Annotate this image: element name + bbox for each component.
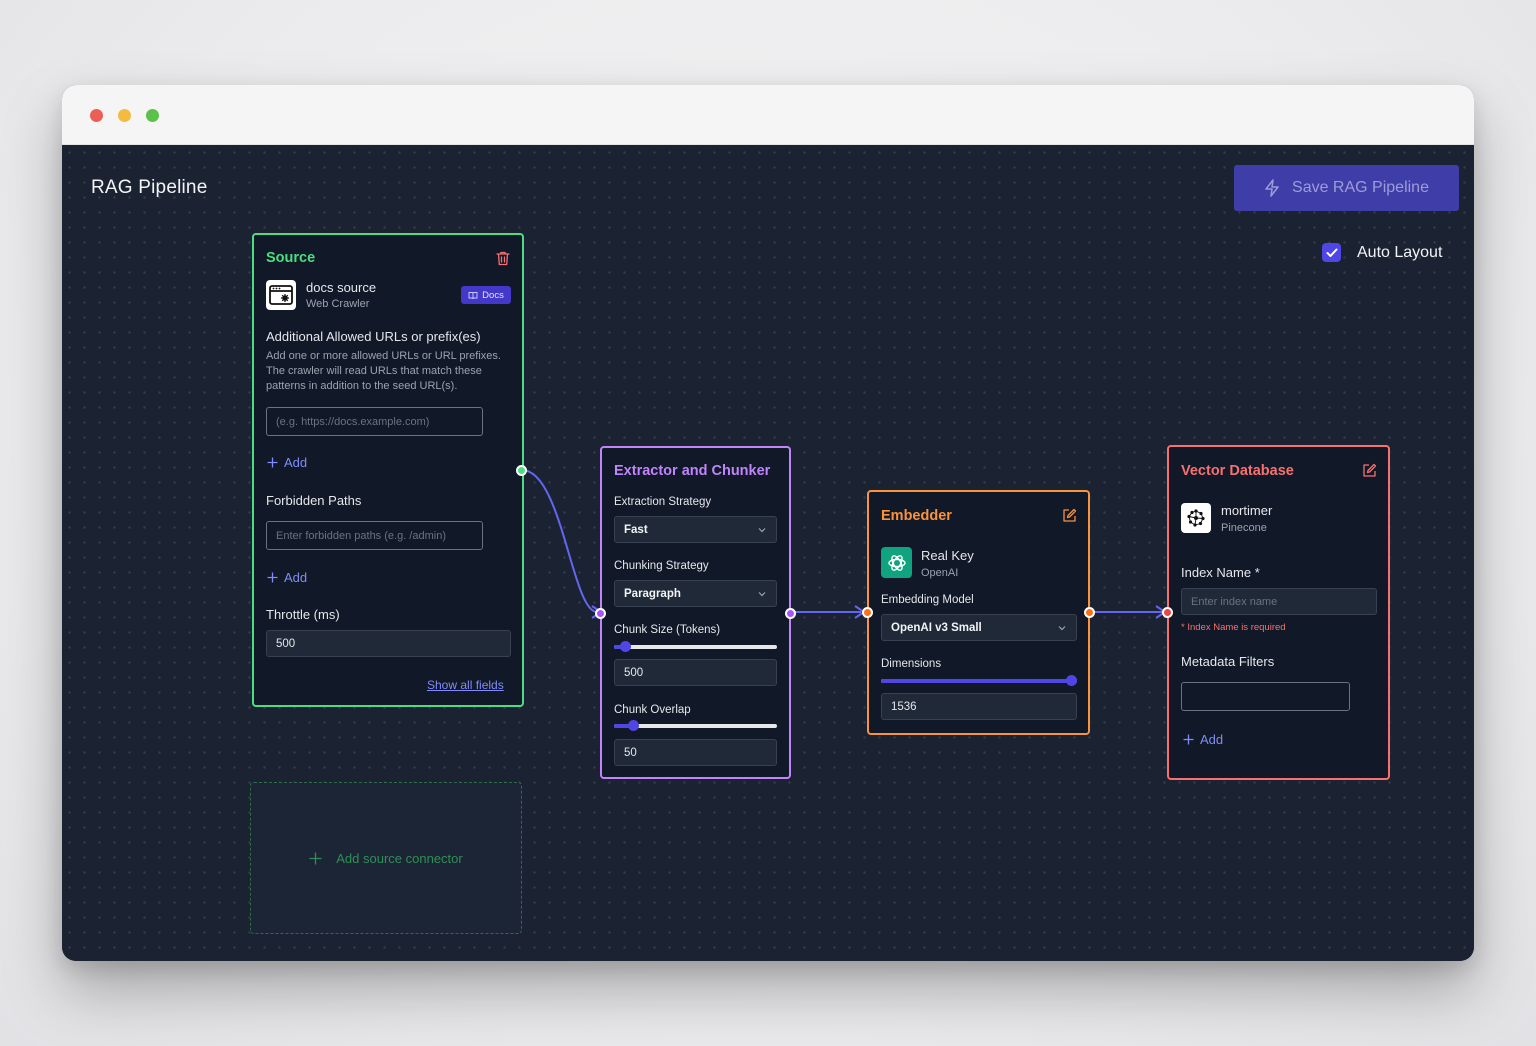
chunk-overlap-slider[interactable] (614, 720, 777, 731)
embedding-model-label: Embedding Model (881, 594, 974, 606)
embedder-output-handle[interactable] (1084, 607, 1095, 618)
vector-db-node[interactable]: Vector Database mortimer Pinecone Index … (1162, 445, 1390, 780)
vector-db-provider: Pinecone (1221, 522, 1267, 534)
chunk-overlap-input[interactable]: 50 (614, 739, 777, 766)
extraction-strategy-select[interactable]: Fast (614, 516, 777, 543)
dimensions-input[interactable]: 1536 (881, 693, 1077, 720)
chevron-down-icon (1058, 625, 1066, 630)
dimensions-slider-thumb[interactable] (1066, 675, 1077, 686)
add-forbidden-path-button[interactable]: Add (267, 570, 307, 585)
pipeline-canvas[interactable]: RAG Pipeline Save RAG Pipeline Auto Layo… (62, 145, 1474, 961)
save-pipeline-label: Save RAG Pipeline (1292, 179, 1429, 196)
openai-logo (881, 547, 912, 578)
dimensions-label: Dimensions (881, 658, 942, 670)
extractor-node[interactable]: Extractor and Chunker Extraction Strateg… (595, 446, 796, 779)
plus-icon (267, 457, 278, 468)
index-name-error: * Index Name is required (1181, 622, 1286, 633)
allowed-urls-label: Additional Allowed URLs or prefix(es) (266, 329, 481, 344)
extractor-node-title: Extractor and Chunker (614, 463, 771, 479)
throttle-label: Throttle (ms) (266, 607, 340, 622)
add-source-connector[interactable]: Add source connector (250, 782, 522, 934)
connector-type: Web Crawler (306, 298, 370, 310)
extractor-input-handle[interactable] (595, 608, 606, 619)
dimensions-slider-fill (881, 679, 1077, 683)
embedder-key-name: Real Key (921, 548, 974, 563)
embedder-node[interactable]: Embedder Real Key OpenAI Embedding Model… (862, 490, 1095, 735)
add-source-connector-label: Add source connector (336, 850, 463, 866)
bolt-icon (1265, 179, 1279, 197)
trash-icon[interactable] (496, 251, 510, 266)
add-label: Add (1200, 732, 1224, 747)
maximize-window-button[interactable] (146, 109, 159, 122)
source-node-title: Source (266, 250, 316, 266)
minimize-window-button[interactable] (118, 109, 131, 122)
edit-icon[interactable] (1362, 463, 1377, 478)
chunk-size-input[interactable]: 500 (614, 659, 777, 686)
chunking-strategy-select[interactable]: Paragraph (614, 580, 777, 607)
chevron-down-icon (758, 591, 766, 596)
connector-name: docs source (306, 280, 377, 295)
embedding-model-select[interactable]: OpenAI v3 Small (881, 614, 1077, 641)
extractor-output-handle[interactable] (785, 608, 796, 619)
vector-db-name: mortimer (1221, 503, 1273, 518)
dimensions-slider[interactable] (881, 675, 1077, 686)
source-output-handle[interactable] (516, 465, 527, 476)
chunk-size-label: Chunk Size (Tokens) (614, 624, 721, 636)
app-window: RAG Pipeline Save RAG Pipeline Auto Layo… (62, 85, 1474, 961)
chevron-down-icon (758, 527, 766, 532)
metadata-filters-label: Metadata Filters (1181, 654, 1275, 669)
forbidden-paths-input[interactable]: Enter forbidden paths (e.g. /admin) (266, 521, 483, 550)
docs-badge-label: Docs (482, 289, 504, 301)
throttle-input[interactable]: 500 (266, 630, 511, 657)
web-crawler-icon (266, 280, 296, 310)
docs-badge[interactable]: Docs (461, 286, 511, 304)
page-title: RAG Pipeline (91, 177, 208, 198)
chunk-overlap-label: Chunk Overlap (614, 704, 691, 716)
allowed-urls-help-3: patterns in addition to the seed URL(s). (266, 380, 458, 392)
allowed-urls-help-1: Add one or more allowed URLs or URL pref… (266, 350, 501, 362)
vector-db-node-title: Vector Database (1181, 463, 1294, 479)
check-icon (1326, 248, 1337, 257)
extraction-strategy-label: Extraction Strategy (614, 496, 712, 508)
chunk-size-slider[interactable] (614, 641, 777, 652)
embedder-provider: OpenAI (921, 567, 959, 579)
edge-source-extractor (521, 469, 598, 613)
metadata-filter-input[interactable] (1181, 682, 1350, 711)
plus-icon (309, 852, 322, 864)
embedder-node-title: Embedder (881, 508, 952, 524)
chunk-size-slider-thumb[interactable] (619, 641, 631, 652)
index-name-input[interactable]: Enter index name (1181, 588, 1377, 615)
book-icon (468, 291, 478, 299)
auto-layout-checkbox[interactable] (1322, 243, 1341, 262)
allowed-urls-input[interactable]: (e.g. https://docs.example.com) (266, 407, 483, 436)
edit-icon[interactable] (1062, 508, 1077, 523)
window-titlebar (62, 85, 1474, 145)
pinecone-logo (1181, 503, 1211, 533)
auto-layout-toggle[interactable]: Auto Layout (1322, 243, 1442, 262)
save-pipeline-button[interactable]: Save RAG Pipeline (1234, 165, 1459, 211)
vector-db-input-handle[interactable] (1162, 607, 1173, 618)
plus-icon (267, 572, 278, 583)
add-allowed-url-button[interactable]: Add (267, 455, 307, 470)
index-name-label: Index Name * (1181, 565, 1260, 580)
add-metadata-filter-button[interactable]: Add (1183, 732, 1223, 747)
chunking-strategy-value: Paragraph (624, 587, 681, 600)
close-window-button[interactable] (90, 109, 103, 122)
chunking-strategy-label: Chunking Strategy (614, 560, 709, 572)
chunk-overlap-slider-thumb[interactable] (628, 720, 640, 731)
embedder-input-handle[interactable] (862, 607, 873, 618)
allowed-urls-help-2: The crawler will read URLs that match th… (266, 365, 482, 377)
source-node[interactable]: Source docs source Web Crawler Docs Addi… (252, 233, 527, 707)
add-label: Add (284, 570, 308, 585)
show-all-fields-link[interactable]: Show all fields (427, 678, 504, 692)
forbidden-paths-label: Forbidden Paths (266, 493, 362, 508)
plus-icon (1183, 734, 1194, 745)
add-label: Add (284, 455, 308, 470)
embedding-model-value: OpenAI v3 Small (891, 621, 982, 634)
auto-layout-label: Auto Layout (1357, 243, 1443, 261)
extraction-strategy-value: Fast (624, 523, 648, 536)
